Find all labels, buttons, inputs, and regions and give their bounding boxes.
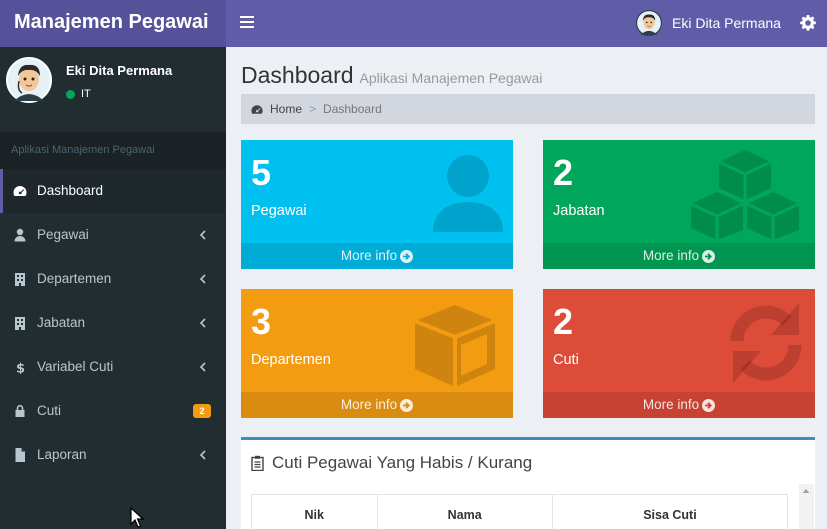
sidebar-toggle-icon[interactable] bbox=[240, 14, 254, 32]
breadcrumb-home-link[interactable]: Home bbox=[270, 102, 302, 116]
stat-count: 2 bbox=[553, 152, 574, 193]
chevron-left-icon bbox=[199, 362, 206, 372]
page-subtitle: Aplikasi Manajemen Pegawai bbox=[359, 70, 543, 86]
more-info-label: More info bbox=[340, 248, 398, 263]
column-header-nama[interactable]: Nama bbox=[378, 495, 553, 529]
sidebar-item-label: Laporan bbox=[37, 447, 87, 462]
user-icon bbox=[14, 228, 26, 242]
arrow-circle-right-icon bbox=[702, 249, 716, 263]
mouse-cursor-icon bbox=[130, 507, 144, 528]
cuti-stat-box: 2 Cuti More info bbox=[543, 289, 815, 418]
page-title-text: Dashboard bbox=[241, 62, 354, 88]
sidebar-item-label: Pegawai bbox=[37, 227, 89, 242]
dollar-icon: $ bbox=[16, 362, 25, 375]
sidebar-item-cuti[interactable]: Cuti 2 bbox=[0, 389, 226, 433]
jabatan-more-info-link[interactable]: More info bbox=[543, 243, 815, 269]
lock-icon bbox=[15, 404, 25, 417]
sidebar-menu: Dashboard Pegawai Departemen Jabatan $ V… bbox=[0, 169, 226, 477]
dashboard-icon bbox=[13, 186, 27, 196]
clipboard-icon bbox=[251, 455, 264, 471]
departemen-stat-box: 3 Departemen More info bbox=[241, 289, 513, 418]
sidebar-item-label: Cuti bbox=[37, 403, 62, 418]
sidebar-item-label: Jabatan bbox=[37, 315, 86, 330]
online-status-icon bbox=[66, 89, 75, 99]
user-status-label: IT bbox=[81, 88, 91, 100]
cuti-table-header: Nik Nama Sisa Cuti bbox=[251, 494, 788, 529]
chevron-left-icon bbox=[199, 450, 206, 460]
stat-count: 5 bbox=[251, 152, 272, 193]
dashboard-icon bbox=[251, 104, 263, 114]
sidebar-item-label: Departemen bbox=[37, 271, 112, 286]
chevron-left-icon bbox=[199, 230, 206, 240]
file-icon bbox=[15, 448, 25, 462]
sidebar-item-dashboard[interactable]: Dashboard bbox=[0, 169, 226, 213]
stat-label: Cuti bbox=[553, 352, 579, 368]
arrow-circle-right-icon bbox=[400, 398, 414, 412]
more-info-label: More info bbox=[340, 397, 398, 412]
sidebar-user-name: Eki Dita Permana bbox=[66, 63, 173, 78]
panel-title-text: Cuti Pegawai Yang Habis / Kurang bbox=[272, 453, 533, 472]
building-icon bbox=[15, 273, 25, 286]
scroll-up-arrow-icon[interactable] bbox=[801, 486, 811, 496]
stat-count: 2 bbox=[553, 301, 574, 342]
navbar-user-menu[interactable]: Eki Dita Permana bbox=[636, 9, 781, 37]
refresh-icon bbox=[730, 303, 802, 383]
building-icon bbox=[15, 317, 25, 330]
chevron-left-icon bbox=[199, 274, 206, 284]
avatar bbox=[6, 57, 52, 103]
top-navbar: Eki Dita Permana bbox=[226, 0, 827, 47]
navbar-user-name: Eki Dita Permana bbox=[672, 15, 781, 31]
sidebar-item-label: Variabel Cuti bbox=[37, 359, 114, 374]
user-status: IT bbox=[66, 88, 91, 100]
stat-label: Pegawai bbox=[251, 203, 307, 219]
cuti-more-info-link[interactable]: More info bbox=[543, 392, 815, 418]
user-icon bbox=[433, 155, 503, 232]
cube-icon bbox=[414, 305, 496, 387]
more-info-label: More info bbox=[642, 248, 700, 263]
breadcrumb-separator: > bbox=[309, 102, 317, 116]
arrow-circle-right-icon bbox=[702, 398, 716, 412]
sidebar-header: Aplikasi Manajemen Pegawai bbox=[0, 132, 226, 170]
stat-count: 3 bbox=[251, 301, 272, 342]
arrow-circle-right-icon bbox=[400, 249, 414, 263]
cubes-icon bbox=[690, 150, 800, 240]
sidebar-item-jabatan[interactable]: Jabatan bbox=[0, 301, 226, 345]
sidebar-item-departemen[interactable]: Departemen bbox=[0, 257, 226, 301]
more-info-label: More info bbox=[642, 397, 700, 412]
sidebar-item-variabel-cuti[interactable]: $ Variabel Cuti bbox=[0, 345, 226, 389]
sidebar-item-label: Dashboard bbox=[37, 183, 104, 198]
sidebar: Eki Dita Permana IT Aplikasi Manajemen P… bbox=[0, 47, 226, 529]
departemen-more-info-link[interactable]: More info bbox=[241, 392, 513, 418]
column-header-nik[interactable]: Nik bbox=[252, 495, 378, 529]
column-header-sisa-cuti[interactable]: Sisa Cuti bbox=[553, 495, 787, 529]
cuti-count-badge: 2 bbox=[193, 404, 211, 418]
breadcrumb-current: Dashboard bbox=[323, 102, 382, 116]
cuti-habis-panel: Cuti Pegawai Yang Habis / Kurang Nik Nam… bbox=[241, 437, 815, 529]
gear-icon[interactable] bbox=[800, 15, 816, 31]
panel-title: Cuti Pegawai Yang Habis / Kurang bbox=[251, 453, 532, 473]
jabatan-stat-box: 2 Jabatan More info bbox=[543, 140, 815, 269]
svg-text:$: $ bbox=[16, 362, 25, 375]
sidebar-item-pegawai[interactable]: Pegawai bbox=[0, 213, 226, 257]
stat-label: Jabatan bbox=[553, 203, 605, 219]
breadcrumb: Home > Dashboard bbox=[241, 94, 815, 124]
chevron-left-icon bbox=[199, 318, 206, 328]
sidebar-user-panel: Eki Dita Permana IT bbox=[6, 57, 221, 112]
app-logo[interactable]: Manajemen Pegawai bbox=[0, 0, 226, 47]
page-title: Dashboard Aplikasi Manajemen Pegawai bbox=[241, 62, 542, 89]
pegawai-more-info-link[interactable]: More info bbox=[241, 243, 513, 269]
stat-label: Departemen bbox=[251, 352, 331, 368]
sidebar-item-laporan[interactable]: Laporan bbox=[0, 433, 226, 477]
avatar bbox=[636, 10, 662, 36]
pegawai-stat-box: 5 Pegawai More info bbox=[241, 140, 513, 269]
